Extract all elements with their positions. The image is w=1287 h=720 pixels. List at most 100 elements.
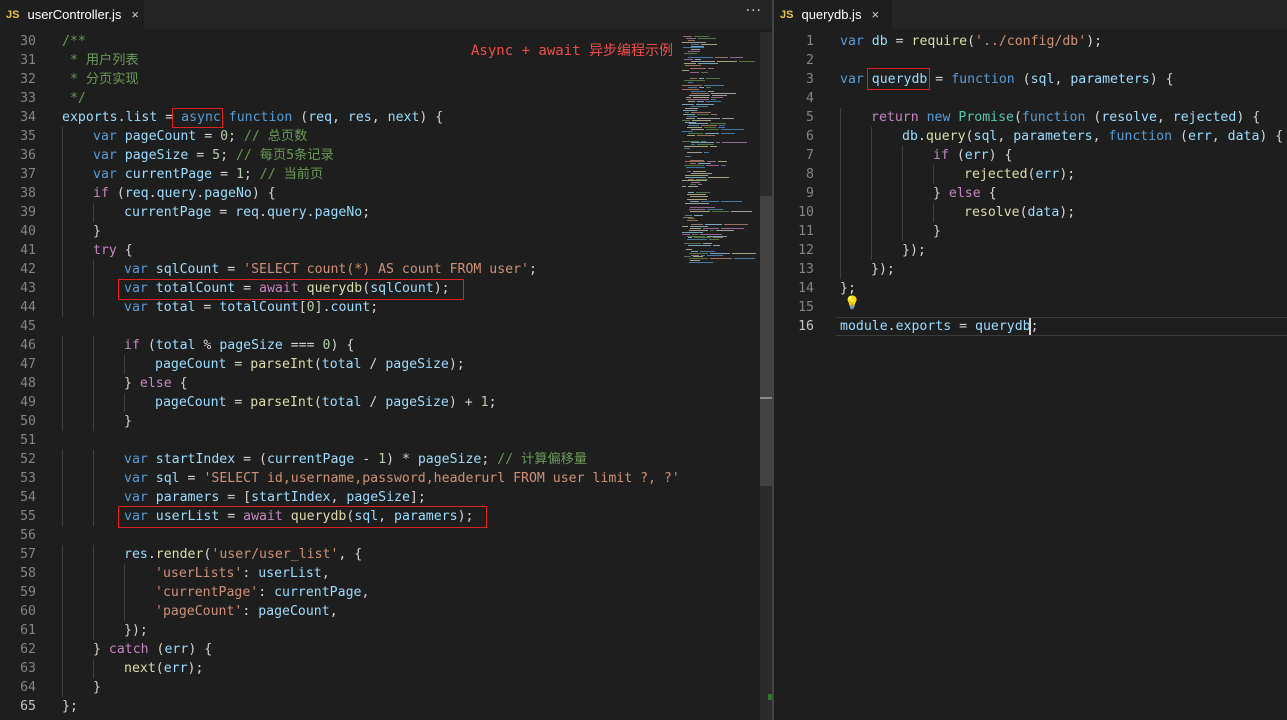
code-line[interactable]: 4 (774, 89, 1287, 108)
code-line[interactable]: 41 try { (0, 241, 772, 260)
code-text: pageCount = parseInt(total / pageSize); (155, 357, 465, 372)
code-line[interactable]: 9} else { (774, 184, 1287, 203)
minimap-line (710, 252, 730, 254)
code-text: db.query(sql, parameters, function (err,… (902, 129, 1284, 144)
code-line[interactable]: 40} (0, 222, 772, 241)
indent-guide (93, 545, 94, 564)
code-line[interactable]: 64} (0, 678, 772, 697)
code-line[interactable]: 42 var sqlCount = 'SELECT count(*) AS cou… (0, 260, 772, 279)
code-line[interactable]: 49 pageCount = parseInt(total / pageSize)… (0, 393, 772, 412)
indent-guide (902, 184, 903, 203)
code-line[interactable]: 1 var db = require('../config/db'); (774, 32, 1287, 51)
code-line[interactable]: 62} catch (err) { (0, 640, 772, 659)
minimap-line (711, 96, 723, 98)
minimap-line (689, 252, 708, 254)
code-line[interactable]: 32 * 分页实现 (0, 70, 772, 89)
code-line[interactable]: 34 exports.list = async function (req, re… (0, 108, 772, 127)
minimap-line (734, 258, 755, 260)
code-line[interactable]: 33 */ (0, 89, 772, 108)
minimap-line (683, 216, 693, 218)
code-line[interactable]: 13}); (774, 260, 1287, 279)
vertical-scrollbar[interactable] (760, 32, 772, 720)
code-line[interactable]: 57 res.render('user/user_list', { (0, 545, 772, 564)
line-number: 8 (806, 167, 814, 182)
close-icon[interactable]: × (871, 7, 879, 22)
minimap-line (711, 113, 717, 115)
code-line[interactable]: 53 var sql = 'SELECT id,username,password… (0, 469, 772, 488)
code-line[interactable]: 58 'userLists': userList, (0, 564, 772, 583)
code-line[interactable]: 35 var pageCount = 0; // 总页数 (0, 127, 772, 146)
code-line[interactable]: 47 pageCount = parseInt(total / pageSize)… (0, 355, 772, 374)
code-line[interactable]: 36 var pageSize = 5; // 每页5条记录 (0, 146, 772, 165)
minimap-line (698, 184, 702, 186)
code-line[interactable]: 44 var total = totalCount[0].count; (0, 298, 772, 317)
minimap-line (691, 112, 711, 113)
code-line[interactable]: 63 next(err); (0, 659, 772, 678)
code-line[interactable]: 60 'pageCount': pageCount, (0, 602, 772, 621)
code-text: 'currentPage': currentPage, (155, 585, 370, 600)
indent-guide (93, 564, 94, 583)
code-line[interactable]: 11} (774, 222, 1287, 241)
indent-guide (62, 640, 63, 659)
code-line[interactable]: 48} else { (0, 374, 772, 393)
code-line[interactable]: 2 (774, 51, 1287, 70)
code-line[interactable]: 38 if (req.query.pageNo) { (0, 184, 772, 203)
code-text: var sql = 'SELECT id,username,password,h… (124, 471, 688, 486)
code-line[interactable]: 12}); (774, 241, 1287, 260)
indent-guide (62, 279, 63, 298)
minimap-line (701, 125, 717, 127)
minimap-line (691, 106, 708, 108)
indent-guide (62, 659, 63, 678)
code-line[interactable]: 10 resolve(data); (774, 203, 1287, 222)
code-line[interactable]: 51 (0, 431, 772, 450)
code-line[interactable]: 8 rejected(err); (774, 165, 1287, 184)
lightbulb-icon[interactable]: 💡 (844, 296, 860, 311)
close-icon[interactable]: × (131, 7, 139, 22)
minimap-line (691, 60, 715, 62)
tab-label: querydb.js (801, 7, 862, 22)
more-actions-icon[interactable]: ··· (746, 3, 762, 19)
code-line[interactable]: 3 var querydb = function (sql, parameters… (774, 70, 1287, 89)
minimap-line (722, 142, 747, 144)
code-line[interactable]: 52 var startIndex = (currentPage - 1) * p… (0, 450, 772, 469)
code-line[interactable]: 54 var paramers = [startIndex, pageSize]; (0, 488, 772, 507)
code-line[interactable]: 37 var currentPage = 1; // 当前页 (0, 165, 772, 184)
indent-guide (93, 659, 94, 678)
code-area-left[interactable]: 30/** 31 * 用户列表 32 * 分页实现 33 */34 exports.li… (0, 32, 772, 720)
code-line[interactable]: 61}); (0, 621, 772, 640)
indent-guide (124, 602, 125, 621)
indent-guide (902, 146, 903, 165)
minimap-line (701, 72, 708, 74)
code-line[interactable]: 65}; (0, 697, 772, 716)
minimap-line (693, 96, 709, 98)
code-line[interactable]: 5 return new Promise(function (resolve, r… (774, 108, 1287, 127)
minimap-line (709, 239, 719, 241)
right-scrollbar[interactable] (1283, 32, 1287, 720)
code-line[interactable]: 45 (0, 317, 772, 336)
code-text: }); (871, 262, 895, 277)
line-number: 7 (806, 148, 814, 163)
indent-guide (871, 146, 872, 165)
line-number: 14 (798, 281, 814, 296)
code-line[interactable]: 39 currentPage = req.query.pageNo; (0, 203, 772, 222)
indent-guide (124, 393, 125, 412)
tab-user-controller[interactable]: JS userController.js × (0, 0, 144, 29)
code-line[interactable]: 46 if (total % pageSize === 0) { (0, 336, 772, 355)
code-line[interactable]: 6 db.query(sql, parameters, function (err… (774, 127, 1287, 146)
minimap-line (690, 77, 697, 79)
code-line[interactable]: 7 if (err) { (774, 146, 1287, 165)
minimap[interactable] (678, 32, 760, 720)
code-line[interactable]: 56 (0, 526, 772, 545)
indent-guide (93, 412, 94, 431)
code-line[interactable]: 59 'currentPage': currentPage, (0, 583, 772, 602)
indent-guide (62, 621, 63, 640)
minimap-line (699, 77, 704, 79)
minimap-line (697, 117, 720, 119)
code-line[interactable]: 50} (0, 412, 772, 431)
code-area-right[interactable]: 1 var db = require('../config/db'); 2 3 var … (774, 32, 1287, 720)
code-text: }); (124, 623, 148, 638)
tab-querydb[interactable]: JS querydb.js × (774, 0, 892, 29)
scrollbar-thumb[interactable] (760, 196, 772, 486)
editor-right: JS querydb.js × 1 var db = require('../co… (774, 0, 1287, 720)
minimap-line (688, 100, 695, 102)
